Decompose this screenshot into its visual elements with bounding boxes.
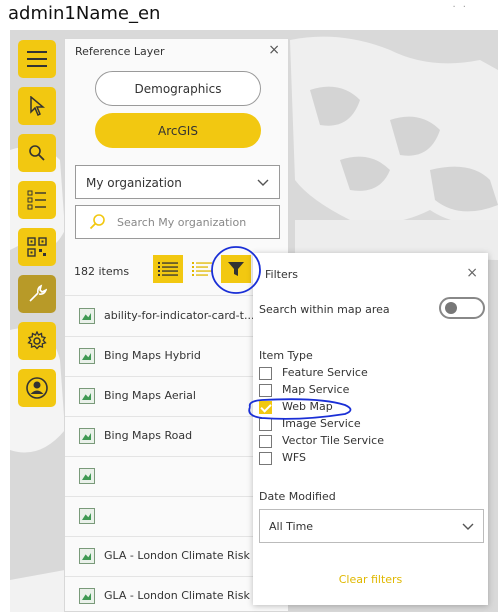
wrench-tool-button[interactable] bbox=[18, 275, 56, 313]
item-type-label-text: Vector Tile Service bbox=[282, 434, 384, 447]
menu-button[interactable] bbox=[18, 40, 56, 78]
cursor-icon bbox=[30, 96, 45, 116]
hamburger-icon bbox=[27, 51, 47, 67]
source-dropdown-value: My organization bbox=[86, 176, 182, 190]
map-thumbnail-icon bbox=[79, 588, 95, 604]
layer-item-label: GLA - London Climate Risk ... bbox=[104, 549, 264, 562]
map-thumbnail-icon bbox=[79, 388, 95, 404]
map-thumbnail-icon bbox=[79, 308, 95, 324]
search-placeholder: Search My organization bbox=[117, 216, 247, 229]
search-tool-button[interactable] bbox=[18, 134, 56, 172]
map-thumbnail-icon bbox=[79, 428, 95, 444]
item-type-checkbox[interactable] bbox=[259, 367, 272, 380]
search-icon bbox=[89, 214, 105, 230]
settings-tool-button[interactable] bbox=[18, 322, 56, 360]
layer-item-label: ability-for-indicator-card-t... bbox=[104, 309, 255, 322]
window-title: admin1Name_en bbox=[8, 3, 161, 24]
date-modified-label: Date Modified bbox=[259, 490, 336, 503]
item-type-label-text: WFS bbox=[282, 451, 306, 464]
qr-tool-button[interactable] bbox=[18, 228, 56, 266]
list-view-icon bbox=[158, 262, 178, 276]
user-tool-button[interactable] bbox=[18, 369, 56, 407]
filters-title: Filters bbox=[265, 268, 298, 281]
compact-list-icon bbox=[192, 262, 212, 276]
map-thumbnail-icon bbox=[79, 468, 95, 484]
item-type-checkbox[interactable] bbox=[259, 418, 272, 431]
legend-icon bbox=[27, 190, 46, 210]
user-icon bbox=[26, 377, 48, 399]
list-view-button[interactable] bbox=[153, 255, 183, 283]
search-within-toggle[interactable] bbox=[439, 297, 485, 319]
filter-button[interactable] bbox=[221, 255, 251, 283]
filter-icon bbox=[228, 262, 244, 276]
layer-item-label: Bing Maps Aerial bbox=[104, 389, 196, 402]
chevron-down-icon bbox=[462, 523, 474, 530]
wrench-icon bbox=[29, 284, 47, 302]
clear-filters-link[interactable]: Clear filters bbox=[253, 573, 488, 586]
map-thumbnail-icon bbox=[79, 548, 95, 564]
map-thumbnail-icon bbox=[79, 348, 95, 364]
item-type-checkbox[interactable] bbox=[259, 384, 272, 397]
gear-icon bbox=[27, 331, 47, 350]
panel-title: Reference Layer bbox=[75, 45, 165, 58]
item-count: 182 items bbox=[74, 265, 130, 278]
item-type-label-text: Web Map bbox=[282, 400, 333, 413]
layer-item-label: Bing Maps Road bbox=[104, 429, 193, 442]
item-type-checkbox[interactable] bbox=[259, 401, 272, 414]
toggle-knob bbox=[445, 302, 457, 314]
item-type-label: Item Type bbox=[259, 349, 313, 362]
demographics-button[interactable]: Demographics bbox=[95, 71, 261, 106]
chevron-down-icon bbox=[257, 179, 269, 186]
source-dropdown[interactable]: My organization bbox=[75, 165, 280, 199]
item-type-checkbox[interactable] bbox=[259, 435, 272, 448]
layer-item-label: Bing Maps Hybrid bbox=[104, 349, 201, 362]
select-tool-button[interactable] bbox=[18, 87, 56, 125]
search-within-label: Search within map area bbox=[259, 303, 390, 316]
date-modified-value: All Time bbox=[269, 520, 314, 533]
panel-close-button[interactable]: × bbox=[268, 42, 280, 58]
qr-code-icon bbox=[27, 237, 47, 257]
layer-item-label: GLA - London Climate Risk ... bbox=[104, 589, 264, 602]
title-bar: admin1Name_en · · bbox=[0, 0, 498, 30]
window-handle-icon: · · bbox=[452, 2, 468, 13]
search-icon bbox=[29, 145, 45, 161]
legend-tool-button[interactable] bbox=[18, 181, 56, 219]
item-type-label-text: Feature Service bbox=[282, 366, 368, 379]
filters-close-button[interactable]: × bbox=[466, 265, 478, 281]
map-thumbnail-icon bbox=[79, 508, 95, 524]
arcgis-button[interactable]: ArcGIS bbox=[95, 113, 261, 148]
item-type-label-text: Image Service bbox=[282, 417, 361, 430]
item-type-checkbox[interactable] bbox=[259, 452, 272, 465]
date-modified-dropdown[interactable]: All Time bbox=[259, 509, 484, 543]
item-type-label-text: Map Service bbox=[282, 383, 350, 396]
search-input[interactable]: Search My organization bbox=[75, 205, 280, 239]
filters-popup: Filters × Search within map area Item Ty… bbox=[253, 253, 488, 605]
compact-view-button[interactable] bbox=[187, 255, 217, 283]
